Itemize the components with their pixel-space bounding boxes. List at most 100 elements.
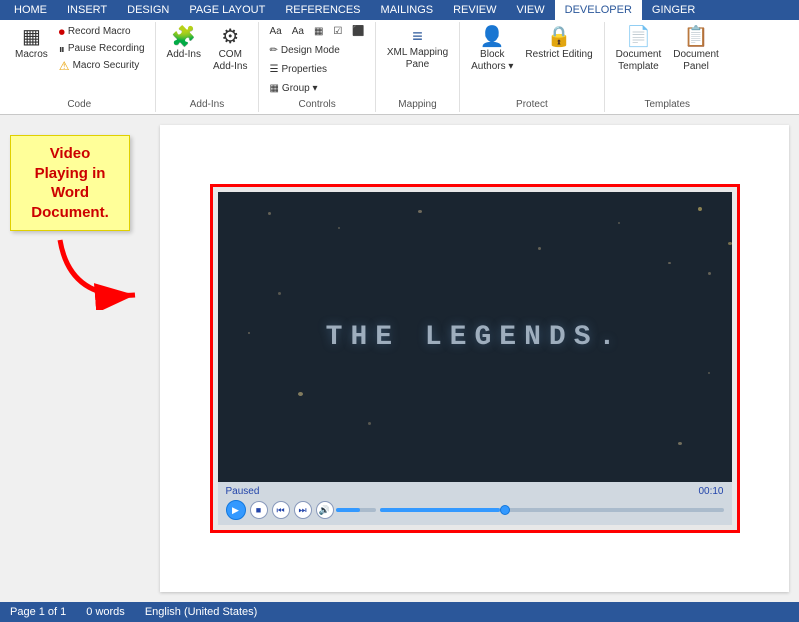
tab-view[interactable]: VIEW bbox=[507, 0, 555, 20]
sticky-note: Video Playing in Word Document. bbox=[10, 135, 130, 231]
icon-btn3[interactable]: ⬛ bbox=[348, 24, 368, 40]
volume-fill bbox=[336, 508, 360, 512]
restrict-icon: 🔒 bbox=[547, 27, 572, 47]
xml-mapping-button[interactable]: ≡ XML MappingPane bbox=[382, 24, 453, 74]
design-mode-button[interactable]: ✏ Design Mode bbox=[265, 43, 343, 59]
tab-references[interactable]: REFERENCES bbox=[275, 0, 370, 20]
progress-thumb bbox=[500, 505, 510, 515]
xml-label: XML MappingPane bbox=[387, 47, 448, 71]
pause-icon: ⏸ bbox=[59, 43, 65, 55]
play-button[interactable]: ▶ bbox=[226, 500, 246, 520]
prev-button[interactable]: ⏮ bbox=[272, 501, 290, 519]
restrict-editing-button[interactable]: 🔒 Restrict Editing bbox=[520, 24, 597, 64]
star-13 bbox=[708, 272, 711, 275]
doc-template-icon: 📄 bbox=[626, 27, 651, 47]
page-info: Page 1 of 1 bbox=[10, 606, 66, 618]
properties-icon: ☰ bbox=[269, 64, 278, 76]
com-icon: ⚙ bbox=[221, 27, 239, 47]
star-12 bbox=[728, 242, 732, 245]
app-body: Video Playing in Word Document. bbox=[0, 115, 799, 602]
addins-icon: 🧩 bbox=[171, 27, 196, 47]
video-container: THE LEGENDS. Paused 00:10 ▶ ■ ⏮ ⏭ 🔊 bbox=[210, 184, 740, 533]
star-10 bbox=[298, 392, 303, 396]
sticky-note-text: Video Playing in Word Document. bbox=[31, 145, 109, 221]
doc-panel-icon: 📋 bbox=[684, 27, 709, 47]
mapping-group-label: Mapping bbox=[398, 97, 436, 110]
icon3: ⬛ bbox=[352, 26, 364, 38]
doc-template-label: DocumentTemplate bbox=[616, 49, 662, 73]
add-ins-button[interactable]: 🧩 Add-Ins bbox=[162, 24, 206, 64]
video-status-row: Paused 00:10 bbox=[224, 485, 726, 498]
arrow-container bbox=[50, 230, 150, 313]
code-group-items: ▦ Macros ⏺ Record Macro ⏸ Pause Recordin… bbox=[10, 24, 149, 97]
ribbon-group-protect: 👤 BlockAuthors ▾ 🔒 Restrict Editing Prot… bbox=[460, 22, 605, 112]
icon-btn2[interactable]: ☑ bbox=[329, 24, 346, 40]
protect-group-label: Protect bbox=[516, 97, 548, 110]
ribbon-group-controls: Aa Aa ▦ ☑ ⬛ ✏ Design Mode ☰ bbox=[259, 22, 375, 112]
templates-items: 📄 DocumentTemplate 📋 DocumentPanel bbox=[611, 24, 724, 97]
aa-button2[interactable]: Aa bbox=[288, 24, 308, 40]
arrow-svg bbox=[50, 230, 150, 310]
stop-button[interactable]: ■ bbox=[250, 501, 268, 519]
protect-items: 👤 BlockAuthors ▾ 🔒 Restrict Editing bbox=[466, 24, 598, 97]
tab-ginger[interactable]: GINGER bbox=[642, 0, 705, 20]
group-button[interactable]: ▦ Group ▾ bbox=[265, 81, 321, 97]
record-macro-button[interactable]: ⏺ Record Macro bbox=[55, 24, 149, 40]
com-label: COMAdd-Ins bbox=[213, 49, 247, 73]
star-5 bbox=[618, 222, 620, 224]
ribbon-body: ▦ Macros ⏺ Record Macro ⏸ Pause Recordin… bbox=[0, 20, 799, 115]
language: English (United States) bbox=[145, 606, 258, 618]
group-icon: ▦ bbox=[269, 83, 278, 95]
tab-design[interactable]: DESIGN bbox=[117, 0, 179, 20]
tab-mailings[interactable]: MAILINGS bbox=[371, 0, 444, 20]
pause-recording-button[interactable]: ⏸ Pause Recording bbox=[55, 41, 149, 57]
star-2 bbox=[338, 227, 340, 229]
pause-recording-label: Pause Recording bbox=[68, 43, 145, 55]
group-label: Group ▾ bbox=[282, 83, 318, 95]
star-15 bbox=[678, 442, 682, 445]
macro-recording-col: ⏺ Record Macro ⏸ Pause Recording ⚠ Macro… bbox=[55, 24, 149, 74]
document-panel-button[interactable]: 📋 DocumentPanel bbox=[668, 24, 724, 76]
icon2: ☑ bbox=[333, 26, 342, 38]
next-button[interactable]: ⏭ bbox=[294, 501, 312, 519]
block-authors-label: BlockAuthors ▾ bbox=[471, 49, 513, 73]
tab-review[interactable]: REVIEW bbox=[443, 0, 506, 20]
icon-btn1[interactable]: ▦ bbox=[310, 24, 327, 40]
progress-bar[interactable] bbox=[380, 508, 724, 512]
volume-bar[interactable] bbox=[336, 508, 376, 512]
macro-security-button[interactable]: ⚠ Macro Security bbox=[55, 58, 149, 74]
tab-page-layout[interactable]: PAGE LAYOUT bbox=[179, 0, 275, 20]
star-8 bbox=[278, 292, 281, 295]
aa-button1[interactable]: Aa bbox=[265, 24, 285, 40]
doc-panel-label: DocumentPanel bbox=[673, 49, 719, 73]
star-6 bbox=[668, 262, 671, 264]
macros-label: Macros bbox=[15, 49, 48, 61]
controls-top-row: Aa Aa ▦ ☑ ⬛ ✏ Design Mode ☰ bbox=[265, 24, 368, 97]
star-11 bbox=[368, 422, 371, 425]
tab-developer[interactable]: DEVELOPER bbox=[555, 0, 642, 20]
tab-home[interactable]: HOME bbox=[4, 0, 57, 20]
code-group-label: Code bbox=[67, 97, 91, 110]
aa1-label: Aa bbox=[269, 26, 281, 38]
macros-button[interactable]: ▦ Macros bbox=[10, 24, 53, 64]
addins-items: 🧩 Add-Ins ⚙ COMAdd-Ins bbox=[162, 24, 253, 97]
properties-button[interactable]: ☰ Properties bbox=[265, 62, 331, 78]
video-controls-bar: Paused 00:10 ▶ ■ ⏮ ⏭ 🔊 bbox=[218, 482, 732, 525]
design-mode-label: Design Mode bbox=[281, 45, 340, 57]
com-add-ins-button[interactable]: ⚙ COMAdd-Ins bbox=[208, 24, 252, 76]
ribbon-group-mapping: ≡ XML MappingPane Mapping bbox=[376, 22, 460, 112]
star-9 bbox=[248, 332, 250, 334]
record-macro-label: Record Macro bbox=[68, 26, 131, 38]
macro-security-label: Macro Security bbox=[73, 60, 140, 72]
controls-items: Aa Aa ▦ ☑ ⬛ ✏ Design Mode ☰ bbox=[265, 24, 368, 97]
block-authors-button[interactable]: 👤 BlockAuthors ▾ bbox=[466, 24, 518, 76]
time-display: 00:10 bbox=[698, 486, 723, 497]
video-screen: THE LEGENDS. bbox=[218, 192, 732, 482]
volume-button[interactable]: 🔊 bbox=[316, 501, 334, 519]
aa2-label: Aa bbox=[292, 26, 304, 38]
video-title: THE LEGENDS. bbox=[326, 322, 624, 353]
ribbon-group-templates: 📄 DocumentTemplate 📋 DocumentPanel Templ… bbox=[605, 22, 730, 112]
tab-insert[interactable]: INSERT bbox=[57, 0, 117, 20]
design-mode-icon: ✏ bbox=[269, 45, 277, 57]
document-template-button[interactable]: 📄 DocumentTemplate bbox=[611, 24, 667, 76]
